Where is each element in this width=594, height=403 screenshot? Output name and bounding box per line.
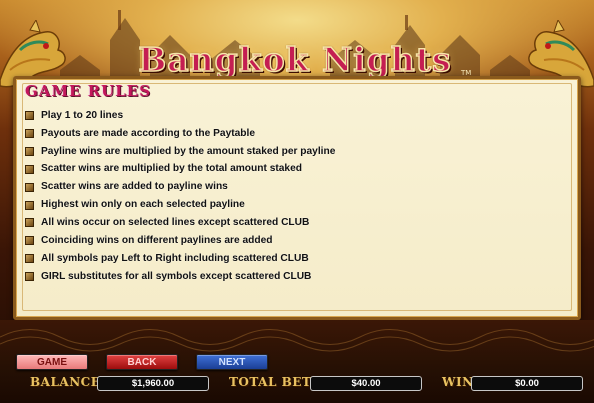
rule-text: Payline wins are multiplied by the amoun… <box>41 145 336 157</box>
win-label: WIN <box>442 375 474 389</box>
rule-bullet-icon <box>25 147 34 157</box>
rules-title: GAME RULES <box>25 82 152 100</box>
balance-value: $1,960.00 <box>97 376 209 391</box>
rule-bullet-icon <box>25 164 34 174</box>
rule-text: Coinciding wins on different paylines ar… <box>41 234 273 246</box>
rule-text: Scatter wins are multiplied by the total… <box>41 163 302 175</box>
next-button[interactable]: NEXT <box>196 354 268 370</box>
rules-list: Play 1 to 20 lines Payouts are made acco… <box>25 107 337 285</box>
rule-bullet-icon <box>25 236 34 246</box>
win-value: $0.00 <box>471 376 583 391</box>
game-screen: Bangkok Nights TM GAME RULES Play 1 to 2… <box>0 0 594 403</box>
rule-bullet-icon <box>25 129 34 139</box>
balance-label: BALANCE <box>30 375 101 389</box>
rule-text: Payouts are made according to the Paytab… <box>41 127 256 139</box>
ornament-pattern <box>0 329 594 352</box>
rule-text: GIRL substitutes for all symbols except … <box>41 270 312 282</box>
rule-item: All symbols pay Left to Right including … <box>25 250 337 268</box>
rule-bullet-icon <box>25 272 34 282</box>
rule-item: Scatter wins are multiplied by the total… <box>25 161 337 179</box>
total-bet-value: $40.00 <box>310 376 422 391</box>
total-bet-label: TOTAL BET <box>229 375 312 389</box>
rule-item: Payouts are made according to the Paytab… <box>25 125 337 143</box>
rule-text: All wins occur on selected lines except … <box>41 216 310 228</box>
rule-item: Play 1 to 20 lines <box>25 107 337 125</box>
rule-text: Scatter wins are added to payline wins <box>41 181 228 193</box>
game-button[interactable]: GAME <box>16 354 88 370</box>
rule-item: Coinciding wins on different paylines ar… <box>25 232 337 250</box>
rule-bullet-icon <box>25 111 34 121</box>
rule-bullet-icon <box>25 182 34 192</box>
rule-bullet-icon <box>25 200 34 210</box>
rule-item: All wins occur on selected lines except … <box>25 214 337 232</box>
rule-text: Highest win only on each selected paylin… <box>41 199 245 211</box>
rule-bullet-icon <box>25 254 34 264</box>
rule-item: Highest win only on each selected paylin… <box>25 196 337 214</box>
rule-text: Play 1 to 20 lines <box>41 109 124 121</box>
rule-text: All symbols pay Left to Right including … <box>41 252 309 264</box>
rule-item: Scatter wins are added to payline wins <box>25 178 337 196</box>
back-button[interactable]: BACK <box>106 354 178 370</box>
game-logo: Bangkok Nights <box>138 39 452 80</box>
rule-bullet-icon <box>25 218 34 228</box>
rule-item: GIRL substitutes for all symbols except … <box>25 268 337 286</box>
rule-item: Payline wins are multiplied by the amoun… <box>25 143 337 161</box>
